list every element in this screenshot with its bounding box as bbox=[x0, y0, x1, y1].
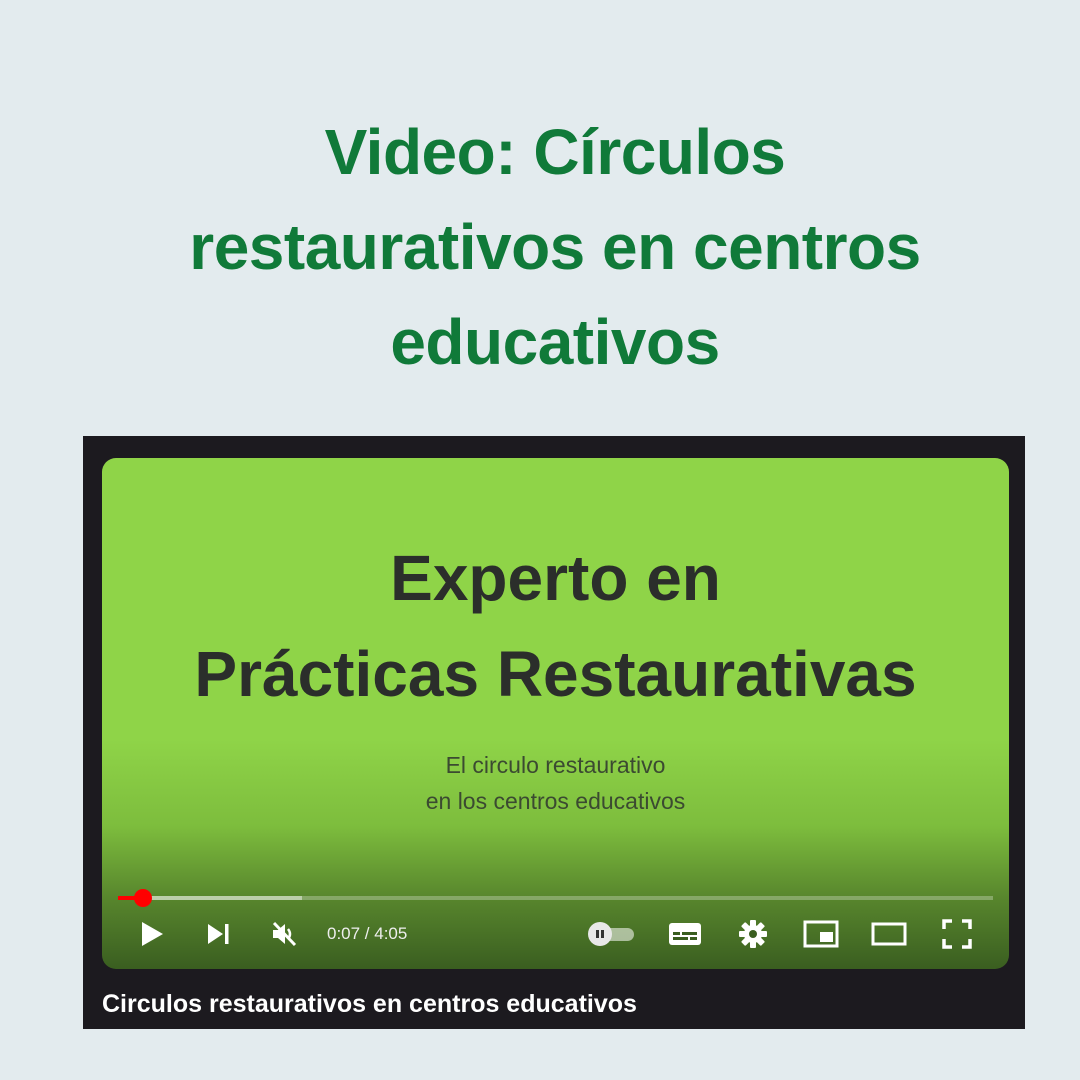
subtitles-icon bbox=[669, 923, 701, 945]
progress-scrubber[interactable] bbox=[134, 889, 153, 907]
page-heading-line-2: restaurativos en centros bbox=[189, 211, 921, 283]
theater-mode-button[interactable] bbox=[870, 918, 908, 950]
slide-subtitle: El circulo restaurativo en los centros e… bbox=[102, 747, 1009, 819]
page-heading: Video: Círculos restaurativos en centros… bbox=[90, 105, 1020, 390]
autoplay-toggle[interactable] bbox=[588, 922, 636, 946]
settings-gear-icon bbox=[739, 920, 767, 948]
play-button[interactable] bbox=[136, 918, 168, 950]
progress-bar[interactable] bbox=[118, 889, 993, 907]
next-icon bbox=[208, 924, 229, 944]
slide-subtitle-line-1: El circulo restaurativo bbox=[445, 752, 666, 778]
miniplayer-button[interactable] bbox=[802, 918, 840, 950]
play-icon bbox=[142, 922, 163, 946]
fullscreen-button[interactable] bbox=[940, 918, 974, 950]
video-title-caption[interactable]: Circulos restaurativos en centros educat… bbox=[102, 989, 637, 1019]
volume-muted-icon bbox=[272, 921, 297, 947]
pause-icon bbox=[596, 930, 604, 938]
time-display: 0:07 / 4:05 bbox=[327, 924, 408, 943]
fullscreen-icon bbox=[942, 919, 972, 949]
mute-button[interactable] bbox=[268, 918, 300, 950]
theater-mode-icon bbox=[871, 922, 907, 946]
slide-title-line-2: Prácticas Restaurativas bbox=[194, 638, 917, 710]
slide-title-line-1: Experto en bbox=[390, 542, 721, 614]
page-heading-line-1: Video: Círculos bbox=[324, 116, 786, 188]
slide-subtitle-line-2: en los centros educativos bbox=[425, 788, 686, 814]
video-frame[interactable]: Experto en Prácticas Restaurativas El ci… bbox=[102, 458, 1009, 969]
next-button[interactable] bbox=[202, 918, 234, 950]
slide-title: Experto en Prácticas Restaurativas bbox=[102, 530, 1009, 722]
miniplayer-icon bbox=[803, 920, 839, 948]
page-heading-line-3: educativos bbox=[390, 306, 720, 378]
autoplay-knob bbox=[588, 922, 612, 946]
video-player: Experto en Prácticas Restaurativas El ci… bbox=[83, 436, 1025, 1029]
settings-button[interactable] bbox=[736, 918, 770, 950]
subtitles-button[interactable] bbox=[668, 918, 702, 950]
